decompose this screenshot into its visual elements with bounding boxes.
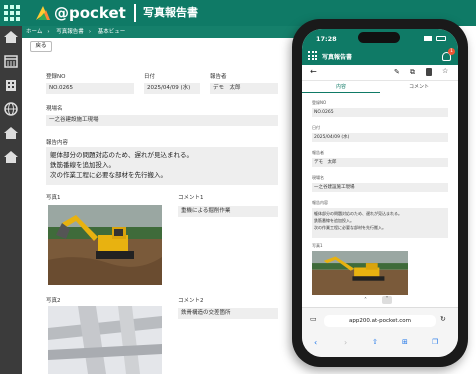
reg-no-label: 登録NO	[46, 74, 66, 80]
phone-tabs: 内容 コメント	[302, 81, 458, 93]
phone-site-value: 一之谷建設施工現場	[312, 183, 448, 192]
report-line: 躯体部分の問題対応のため、遅れが見込まれる。	[50, 151, 193, 159]
breadcrumb-basic-view: 基本ビュー	[97, 29, 126, 35]
dynamic-island	[358, 32, 400, 43]
battery-icon	[436, 36, 446, 41]
notification-badge: 1	[448, 48, 455, 55]
phone-reporter-label: 報告者	[312, 150, 324, 155]
logo-mark-icon	[36, 6, 50, 20]
phone-site-label: 現場名	[312, 175, 324, 180]
phone-screen: 17:28 写真報告書 1 ← ✎ ⧉ ☆ 内容 コメント 登録NO NO.02…	[302, 29, 458, 357]
phone-report-line: 次の作業工程に必要な部材を先行搬入。	[314, 225, 386, 230]
comment2-label: コメント2	[178, 298, 204, 304]
excavator-photo[interactable]	[48, 205, 162, 285]
back-button[interactable]: 戻る	[30, 41, 52, 52]
date-value: 2025/04/09 (水)	[144, 83, 200, 94]
photo1-label: 写真1	[46, 195, 61, 201]
site-value: 一之谷建設施工現場	[46, 115, 278, 126]
chevron-down-icon[interactable]: ˅	[382, 296, 392, 304]
photo2-label: 写真2	[46, 298, 61, 304]
tab-comment[interactable]: コメント	[380, 81, 458, 93]
phone-status-bar: 17:28	[302, 29, 458, 47]
report-content: 躯体部分の問題対応のため、遅れが見込まれる。 鉄筋番線を追加投入。 次の作業工程…	[46, 147, 278, 185]
phone-excavator-photo[interactable]	[312, 251, 408, 295]
chevron-up-icon[interactable]: ˄	[364, 297, 367, 304]
phone-report-content: 躯体部分の問題対応のため、遅れが見込まれる。 鉄筋番線を追加投入。 次の作業工程…	[312, 208, 448, 238]
safari-bar: ▭ app200.at-pocket.com ↻ ‹ › ⇧ ⊞ ❐	[302, 307, 458, 357]
phone-report-label: 報告内容	[312, 200, 328, 205]
breadcrumb-photo-report[interactable]: 写真報告書	[56, 29, 84, 35]
report-line: 次の作業工程に必要な部材を先行搬入。	[50, 171, 167, 179]
reporter-label: 報告者	[210, 74, 227, 80]
app-title: 写真報告書	[134, 4, 198, 22]
phone-report-line: 躯体部分の問題対応のため、遅れが見込まれる。	[314, 211, 402, 216]
logo[interactable]: @pocket	[34, 3, 126, 23]
logo-text: @pocket	[54, 4, 126, 22]
phone-date-label: 日付	[312, 125, 320, 130]
date-label: 日付	[144, 74, 156, 80]
calendar-icon[interactable]	[3, 54, 19, 68]
app-grid-icon[interactable]	[4, 5, 20, 21]
report-line: 鉄筋番線を追加投入。	[50, 161, 115, 169]
phone-grid-icon[interactable]	[308, 51, 317, 60]
phone-report-line: 鉄筋番線を追加投入。	[314, 218, 354, 223]
phone-photo1-label: 写真1	[312, 243, 323, 248]
phone-time: 17:28	[316, 35, 337, 43]
reader-icon[interactable]: ▭	[310, 315, 317, 323]
reporter-value: デモ 太郎	[210, 83, 278, 94]
bookmarks-icon[interactable]: ⊞	[402, 338, 408, 346]
report-label: 報告内容	[46, 140, 69, 146]
concrete-photo[interactable]	[48, 306, 162, 374]
share-icon[interactable]: ⇧	[372, 338, 378, 346]
home-icon[interactable]	[3, 30, 19, 44]
signal-icon	[424, 36, 432, 41]
globe-icon[interactable]	[3, 102, 19, 116]
edit-icon[interactable]: ✎	[394, 68, 400, 76]
phone-reg-no-label: 登録NO	[312, 100, 327, 105]
back-arrow-icon[interactable]: ←	[310, 67, 317, 76]
comment1-label: コメント1	[178, 195, 204, 201]
comment1-value: 重機による掘削作業	[178, 206, 278, 217]
phone-toolbar: ← ✎ ⧉ ☆	[302, 65, 458, 81]
phone-reg-no-value: NO.0265	[312, 108, 448, 117]
tab-content[interactable]: 内容	[302, 81, 380, 93]
phone-reporter-value: デモ 太郎	[312, 158, 448, 167]
back-icon[interactable]: ‹	[314, 338, 317, 347]
phone-date-value: 2025/04/09 (水)	[312, 133, 448, 142]
phone-app-header: 写真報告書 1	[302, 47, 458, 65]
reg-no-value: NO.0265	[46, 83, 134, 94]
trash-icon[interactable]	[426, 68, 432, 76]
home-icon[interactable]	[3, 126, 19, 140]
sidebar	[0, 26, 22, 374]
copy-icon[interactable]: ⧉	[410, 68, 415, 77]
forward-icon[interactable]: ›	[344, 338, 347, 347]
star-icon[interactable]: ☆	[442, 67, 448, 75]
tabs-icon[interactable]: ❐	[432, 338, 438, 346]
breadcrumb-home[interactable]: ホーム	[26, 29, 42, 35]
site-label: 現場名	[46, 106, 63, 112]
phone-app-title: 写真報告書	[322, 54, 353, 61]
reload-icon[interactable]: ↻	[440, 315, 446, 323]
comment2-value: 鉄骨構造の交差箇所	[178, 308, 278, 319]
address-bar[interactable]: app200.at-pocket.com	[324, 315, 436, 327]
home-icon[interactable]	[3, 150, 19, 164]
building-icon[interactable]	[3, 78, 19, 92]
